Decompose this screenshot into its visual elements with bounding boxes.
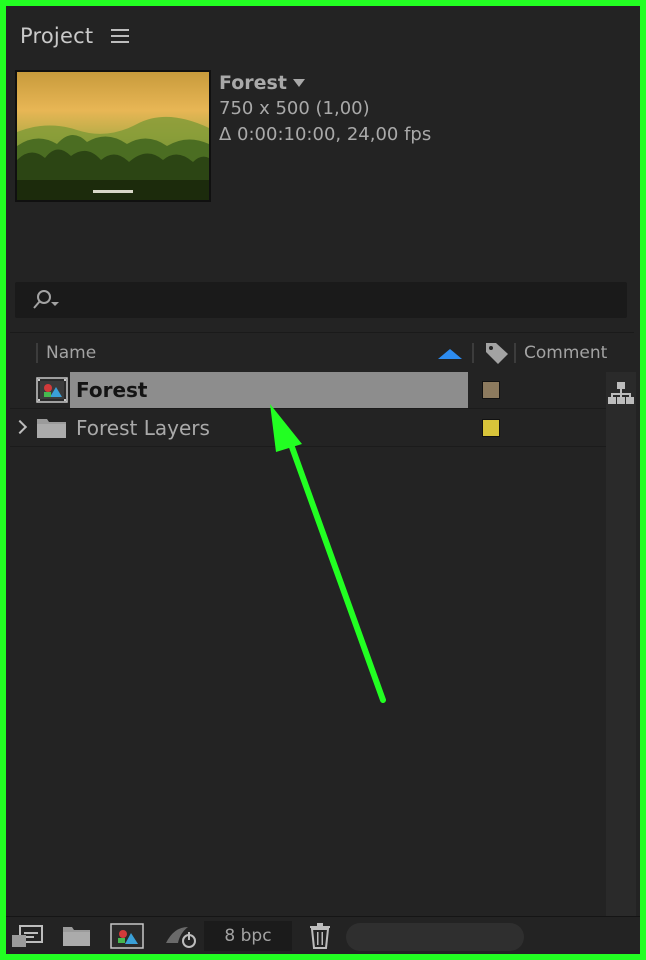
sort-ascending-icon[interactable] bbox=[438, 349, 462, 359]
label-color-swatch[interactable] bbox=[482, 381, 500, 399]
item-name: Forest Layers bbox=[76, 416, 210, 440]
caret-down-icon[interactable] bbox=[292, 79, 305, 87]
list-item[interactable]: Forest bbox=[10, 372, 606, 409]
item-name-cell[interactable]: Forest bbox=[70, 372, 468, 408]
column-divider[interactable] bbox=[472, 343, 474, 363]
panel-header: Project bbox=[20, 14, 130, 58]
search-icon[interactable] bbox=[31, 288, 63, 312]
preview-name-row[interactable]: Forest bbox=[219, 70, 431, 96]
composition-icon bbox=[36, 377, 68, 407]
project-panel: Project Forest 750 x 500 (1,00) Δ 0:00:1… bbox=[0, 0, 646, 960]
chevron-right-icon[interactable] bbox=[12, 419, 28, 435]
interpret-footage-icon[interactable] bbox=[10, 923, 44, 953]
render-power-icon[interactable] bbox=[164, 923, 200, 953]
search-input[interactable] bbox=[15, 282, 627, 318]
list-item[interactable]: Forest Layers bbox=[10, 410, 606, 447]
item-name-cell[interactable]: Forest Layers bbox=[70, 410, 468, 446]
column-header: Name Comment bbox=[10, 332, 634, 373]
column-divider[interactable] bbox=[36, 343, 38, 363]
preview-item-name: Forest bbox=[219, 72, 287, 94]
hamburger-menu-icon[interactable] bbox=[111, 29, 130, 43]
preview-duration: Δ 0:00:10:00, 24,00 fps bbox=[219, 124, 432, 145]
column-comment-header[interactable]: Comment bbox=[524, 343, 607, 363]
bit-depth-button[interactable]: 8 bpc bbox=[204, 921, 292, 951]
horizontal-scrollbar[interactable] bbox=[346, 923, 524, 951]
column-divider[interactable] bbox=[514, 343, 516, 363]
preview-info: Forest 750 x 500 (1,00) Δ 0:00:10:00, 24… bbox=[219, 70, 431, 148]
flowchart-icon[interactable] bbox=[608, 380, 634, 410]
new-composition-icon[interactable] bbox=[110, 923, 144, 953]
scroll-strip bbox=[606, 372, 636, 916]
composition-thumbnail bbox=[15, 70, 211, 202]
panel-title: Project bbox=[20, 24, 94, 48]
column-name-header[interactable]: Name bbox=[46, 343, 96, 363]
preview-dimensions: 750 x 500 (1,00) bbox=[219, 98, 370, 119]
bottom-toolbar: 8 bpc bbox=[6, 916, 640, 954]
trash-icon[interactable] bbox=[308, 923, 332, 953]
label-color-swatch[interactable] bbox=[482, 419, 500, 437]
label-tag-icon[interactable] bbox=[484, 341, 510, 370]
item-name: Forest bbox=[76, 378, 148, 402]
new-folder-icon[interactable] bbox=[62, 923, 92, 953]
folder-icon bbox=[36, 415, 68, 445]
